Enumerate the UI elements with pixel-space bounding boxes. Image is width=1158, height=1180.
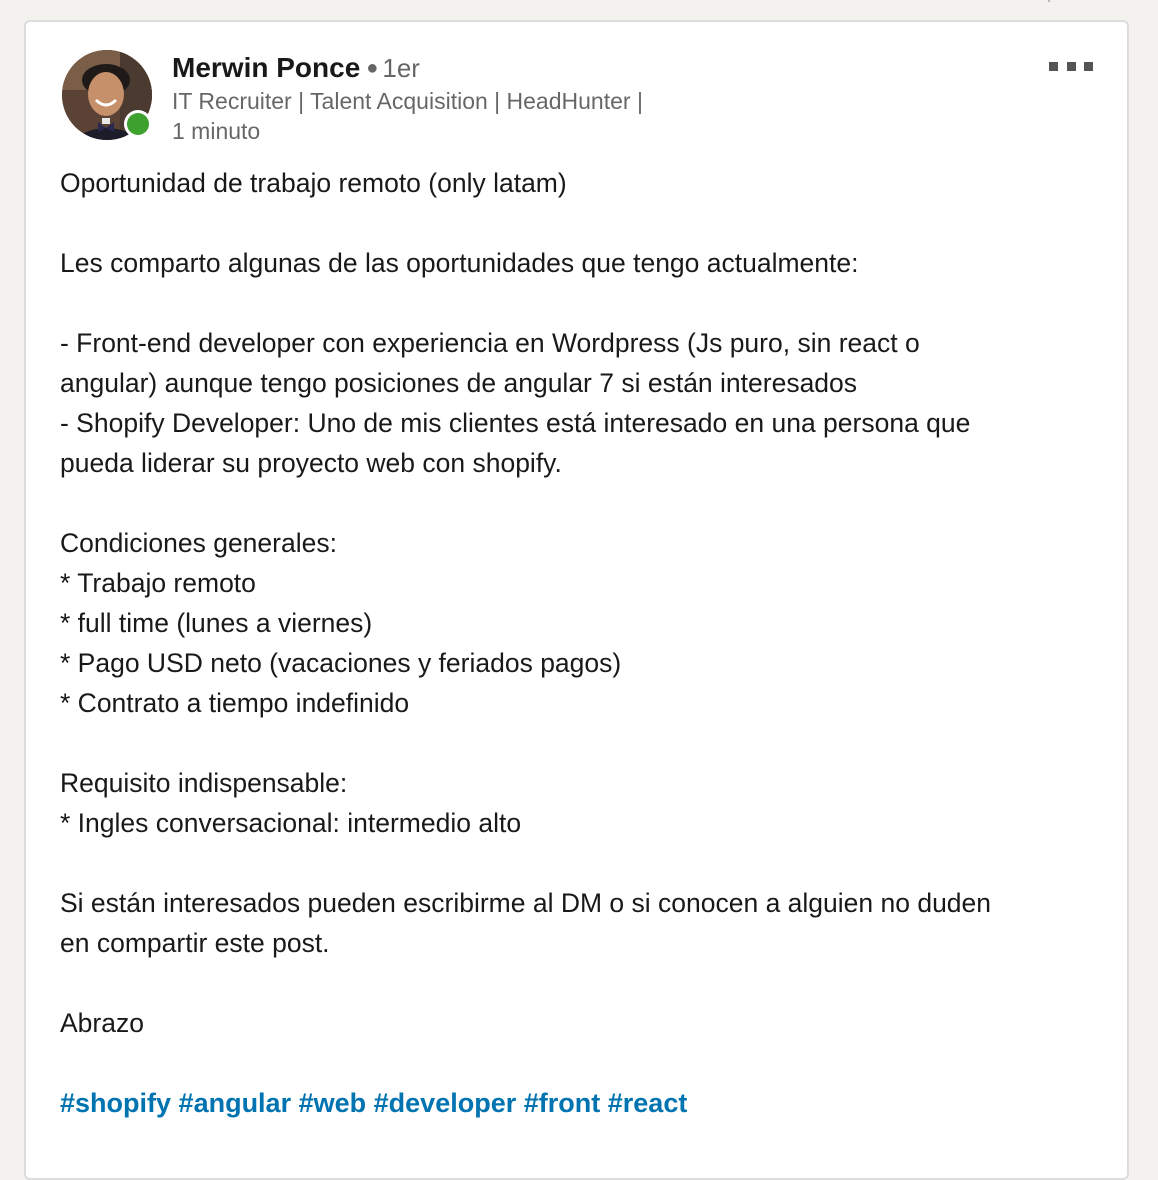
post-text-line: Abrazo [60, 1008, 144, 1038]
post-text-line: Oportunidad de trabajo remoto (only lata… [60, 168, 567, 198]
author-name-line: Merwin Ponce ● 1er [172, 50, 643, 86]
post-text-line: Les comparto algunas de las oportunidade… [60, 248, 859, 278]
post-text-line: * full time (lunes a viernes) [60, 608, 373, 638]
author-headline: IT Recruiter | Talent Acquisition | Head… [172, 88, 643, 114]
post-hashtags: #shopify #angular #web #developer #front… [60, 1083, 687, 1123]
hashtag-link[interactable]: #react [608, 1088, 688, 1118]
post-text-line: - Front-end developer con experiencia en… [60, 328, 920, 358]
previous-content-fragment [0, 0, 1158, 8]
hashtag-link[interactable]: #shopify [60, 1088, 171, 1118]
ellipsis-icon [1066, 61, 1076, 71]
more-options-button[interactable] [1049, 54, 1093, 78]
feed-post-card: Merwin Ponce ● 1er IT Recruiter | Talent A… [24, 20, 1129, 1180]
hashtag-link[interactable]: #front [524, 1088, 601, 1118]
post-text-line: Requisito indispensable: [60, 768, 348, 798]
post-timestamp[interactable]: 1 minuto [172, 116, 643, 146]
hashtag-link[interactable]: #developer [374, 1088, 517, 1118]
post-text-line: * Trabajo remoto [60, 568, 256, 598]
post-text-line: - Shopify Developer: Uno de mis clientes… [60, 408, 971, 438]
post-text-line: en compartir este post. [60, 928, 330, 958]
author-name[interactable]: Merwin Ponce [172, 52, 360, 83]
divider [1048, 0, 1050, 2]
author-avatar-container[interactable] [62, 50, 152, 140]
post-text-line: * Contrato a tiempo indefinido [60, 688, 410, 718]
ellipsis-icon [1084, 61, 1093, 71]
separator-dot: ● [366, 57, 379, 79]
post-body-text: Oportunidad de trabajo remoto (only lata… [60, 163, 1100, 1043]
post-text-line: angular) aunque tengo posiciones de angu… [60, 368, 858, 398]
post-text-line: Si están interesados pueden escribirme a… [60, 888, 992, 918]
post-text-line: pueda liderar su proyecto web con shopif… [60, 448, 562, 478]
ellipsis-icon [1049, 61, 1058, 71]
connection-degree: 1er [382, 53, 420, 83]
presence-indicator [124, 110, 152, 138]
hashtag-link[interactable]: #web [299, 1088, 367, 1118]
post-text-line: * Pago USD neto (vacaciones y feriados p… [60, 648, 622, 678]
post-text-line: Condiciones generales: [60, 528, 337, 558]
author-info: Merwin Ponce ● 1er IT Recruiter | Talent A… [172, 50, 643, 146]
post-header: Merwin Ponce ● 1er IT Recruiter | Talent A… [26, 22, 1127, 152]
online-status-icon [127, 113, 149, 135]
hashtag-link[interactable]: #angular [179, 1088, 292, 1118]
post-text-line: * Ingles conversacional: intermedio alto [60, 808, 522, 838]
